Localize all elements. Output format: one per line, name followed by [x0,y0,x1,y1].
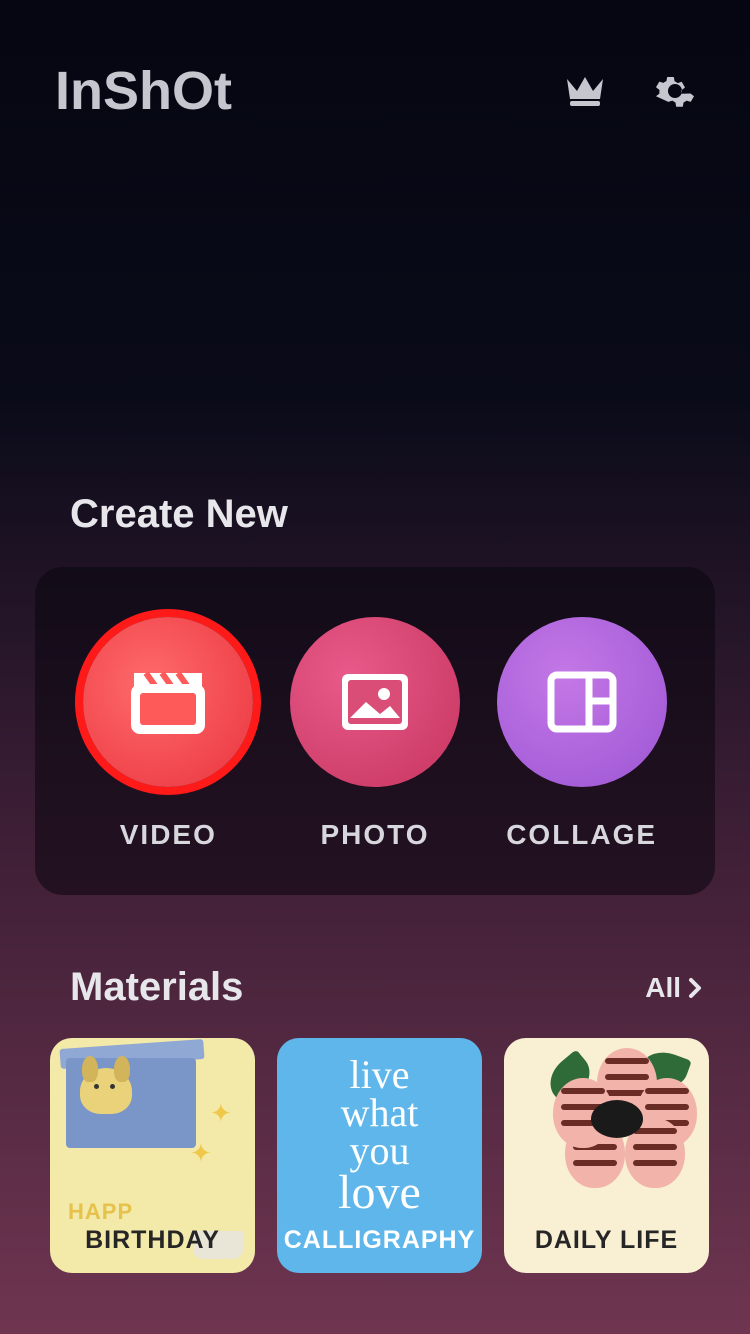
create-video-button[interactable]: VIDEO [83,617,253,851]
collage-circle [497,617,667,787]
create-photo-button[interactable]: PHOTO [290,617,460,851]
chevron-right-icon [685,974,705,1002]
material-card-label: BIRTHDAY [85,1226,220,1255]
header-actions [563,71,695,111]
create-section-title: Create New [0,492,750,537]
gear-icon [655,71,695,111]
create-collage-button[interactable]: COLLAGE [497,617,667,851]
material-card-calligraphy[interactable]: livewhatyoulove CALLIGRAPHY [277,1038,482,1273]
create-collage-label: COLLAGE [506,819,657,851]
settings-button[interactable] [655,71,695,111]
materials-all-label: All [645,972,681,1004]
app-logo-text: InShOt [55,60,232,122]
materials-section-title: Materials [70,965,243,1010]
birthday-art-text: HAPP [68,1199,133,1225]
create-video-label: VIDEO [120,819,217,851]
material-card-dailylife[interactable]: DAILY LIFE [504,1038,709,1273]
crown-icon [563,73,607,109]
clapperboard-icon [128,667,208,737]
image-icon [336,668,414,736]
material-card-label: CALLIGRAPHY [284,1226,476,1255]
materials-header: Materials All [0,965,750,1010]
video-circle [83,617,253,787]
material-card-birthday[interactable]: ✦ ✦ HAPP BIRTHDAY [50,1038,255,1273]
create-panel: VIDEO PHOTO COLLAGE [35,567,715,895]
premium-button[interactable] [563,73,607,109]
calligraphy-art-text: livewhatyoulove [277,1056,482,1216]
photo-circle [290,617,460,787]
materials-row: ✦ ✦ HAPP BIRTHDAY livewhatyoulove CALLIG… [0,1010,750,1273]
app-header: InShOt [0,0,750,122]
create-photo-label: PHOTO [320,819,429,851]
material-card-label: DAILY LIFE [535,1226,678,1255]
collage-icon [543,667,621,737]
app-logo: InShOt [55,60,232,122]
materials-all-button[interactable]: All [645,972,705,1004]
